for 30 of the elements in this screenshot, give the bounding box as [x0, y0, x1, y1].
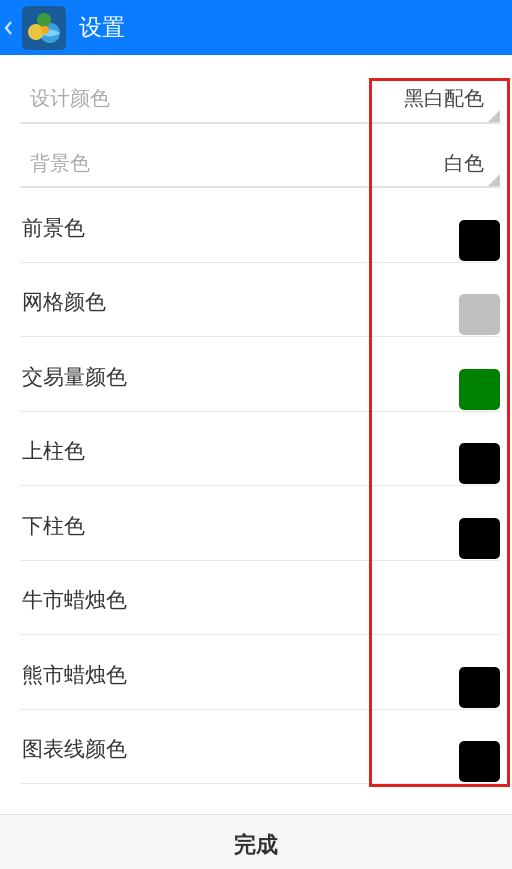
setting-label: 上柱色	[22, 438, 85, 465]
setting-label: 网格颜色	[22, 289, 106, 316]
color-swatch[interactable]	[459, 666, 500, 708]
screen-title: 设置	[79, 14, 125, 43]
setting-label: 熊市蜡烛色	[22, 662, 127, 688]
color-setting-row[interactable]: 交易量颜色	[20, 337, 500, 412]
color-swatch[interactable]	[459, 518, 500, 558]
color-setting-row[interactable]: 前景色	[20, 188, 500, 262]
app-icon	[22, 6, 66, 50]
color-setting-row[interactable]: 牛市蜡烛色	[20, 560, 500, 635]
color-swatch[interactable]	[459, 220, 500, 260]
back-icon[interactable]	[4, 20, 13, 36]
dropdown-corner-icon	[488, 174, 500, 186]
color-setting-row[interactable]: 网格颜色	[20, 262, 500, 337]
setting-label: 交易量颜色	[22, 364, 127, 390]
dropdown-field[interactable]: 背景色 白色	[20, 124, 500, 188]
setting-label: 牛市蜡烛色	[22, 587, 127, 614]
color-swatch[interactable]	[459, 741, 500, 782]
setting-label: 下柱色	[22, 512, 85, 540]
color-swatch[interactable]	[459, 294, 500, 335]
dropdown-field[interactable]: 设计颜色 黑白配色	[20, 60, 500, 124]
color-swatch[interactable]	[459, 368, 500, 410]
color-setting-row[interactable]: 上柱色	[20, 412, 500, 486]
color-setting-row[interactable]: 下柱色	[20, 486, 500, 560]
dropdown-corner-icon	[488, 110, 500, 122]
setting-label: 前景色	[22, 214, 85, 242]
color-setting-row[interactable]: 图表线颜色	[20, 710, 500, 784]
color-setting-row[interactable]: 熊市蜡烛色	[20, 635, 500, 710]
color-swatch[interactable]	[459, 443, 500, 484]
setting-label: 图表线颜色	[22, 736, 127, 763]
